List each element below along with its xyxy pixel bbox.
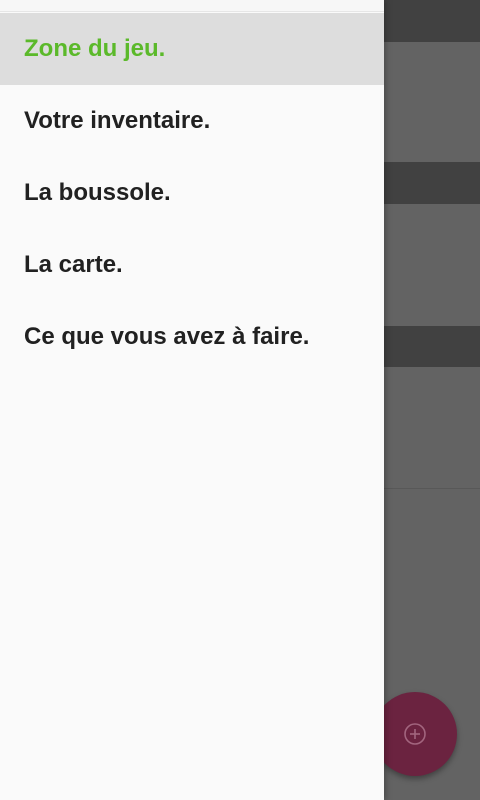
drawer-item-carte[interactable]: La carte. xyxy=(0,229,384,301)
navigation-drawer: Zone du jeu. Votre inventaire. La bousso… xyxy=(0,0,384,800)
add-fab-button[interactable] xyxy=(373,692,457,776)
drawer-menu: Zone du jeu. Votre inventaire. La bousso… xyxy=(0,13,384,373)
drawer-item-boussole[interactable]: La boussole. xyxy=(0,157,384,229)
drawer-item-label: Zone du jeu. xyxy=(24,35,166,62)
drawer-item-inventaire[interactable]: Votre inventaire. xyxy=(0,85,384,157)
drawer-item-label: Ce que vous avez à faire. xyxy=(24,323,310,350)
app-screen: Zone du jeu. Votre inventaire. La bousso… xyxy=(0,0,480,800)
drawer-item-label: Votre inventaire. xyxy=(24,107,211,134)
drawer-item-zone-du-jeu[interactable]: Zone du jeu. xyxy=(0,13,384,85)
drawer-item-a-faire[interactable]: Ce que vous avez à faire. xyxy=(0,301,384,373)
drawer-top-divider xyxy=(0,0,384,12)
drawer-item-label: La carte. xyxy=(24,251,123,278)
drawer-item-label: La boussole. xyxy=(24,179,171,206)
add-circle-icon xyxy=(404,723,426,745)
